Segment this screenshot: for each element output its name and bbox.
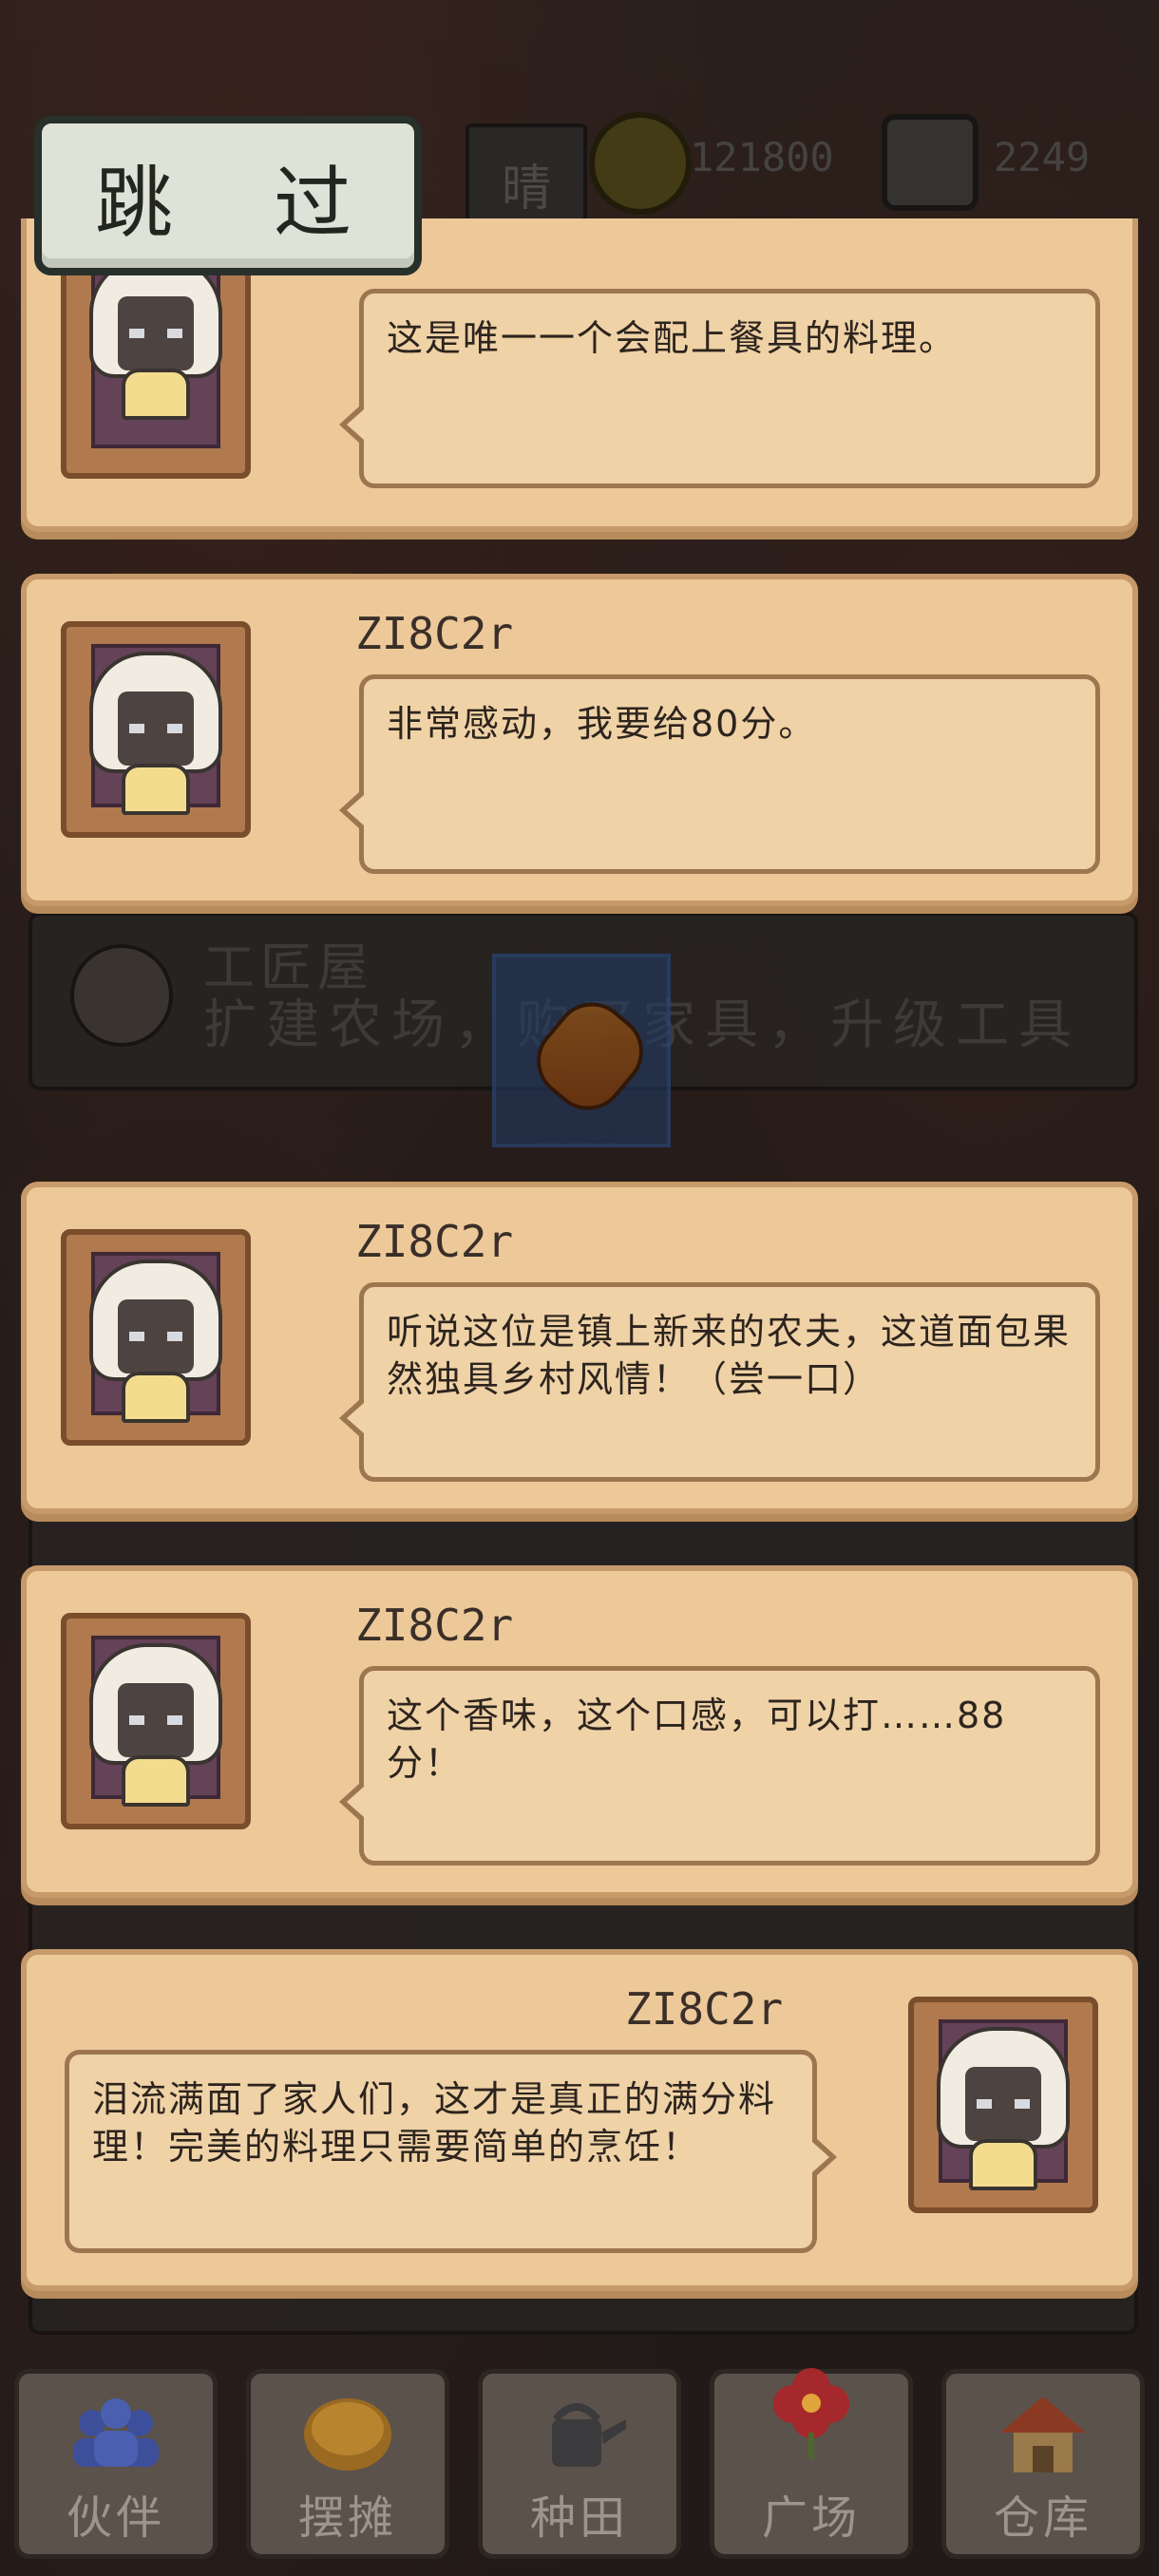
portrait-frame (61, 1229, 251, 1446)
character-portrait (89, 1260, 222, 1423)
nav-plaza[interactable]: 广场 (710, 2368, 913, 2559)
dialog-card: ZI8C2r 泪流满面了家人们，这才是真正的满分料理！完美的料理只需要简单的烹饪… (21, 1949, 1138, 2291)
speaker-name: ZI8C2r (625, 1983, 784, 2035)
portrait-frame (61, 621, 251, 838)
speaker-name: ZI8C2r (355, 608, 514, 659)
bottom-nav: 伙伴 摆摊 种田 广场 仓库 (0, 2346, 1159, 2576)
skip-button[interactable]: 跳 过 (34, 116, 422, 275)
warehouse-icon (1000, 2396, 1086, 2472)
nav-warehouse[interactable]: 仓库 (941, 2369, 1145, 2559)
speaker-name: ZI8C2r (355, 1216, 514, 1267)
nav-label: 仓库 (993, 2491, 1092, 2545)
nav-stall[interactable]: 摆摊 (246, 2369, 449, 2559)
dialog-card: ZI8C2r 听说这位是镇上新来的农夫，这道面包果然独具乡村风情！（尝一口） (21, 1182, 1138, 1514)
dialog-bubble: 泪流满面了家人们，这才是真正的满分料理！完美的料理只需要简单的烹饪！ (65, 2050, 837, 2253)
nav-label: 种田 (529, 2491, 629, 2545)
dialog-bubble: 听说这位是镇上新来的农夫，这道面包果然独具乡村风情！（尝一口） (339, 1282, 1100, 1482)
nav-label: 伙伴 (66, 2491, 165, 2545)
flower-icon (773, 2368, 849, 2459)
watering-can-icon (552, 2403, 626, 2467)
nav-label: 广场 (761, 2491, 861, 2545)
stall-icon (304, 2398, 391, 2471)
portrait-frame (61, 1613, 251, 1829)
character-portrait (937, 2027, 1070, 2190)
nav-label: 摆摊 (297, 2491, 397, 2545)
dialog-bubble: 这是唯一一个会配上餐具的料理。 (339, 289, 1100, 488)
portrait-frame (908, 1997, 1098, 2213)
dialog-card: ZI8C2r 非常感动，我要给80分。 (21, 574, 1138, 906)
dialog-bubble: 非常感动，我要给80分。 (339, 674, 1100, 874)
dialog-card: ZI8C2r 这个香味，这个口感，可以打……88分！ (21, 1565, 1138, 1898)
character-portrait (89, 256, 222, 420)
speaker-name: ZI8C2r (355, 1600, 514, 1651)
nav-partner[interactable]: 伙伴 (14, 2369, 218, 2559)
nav-farm[interactable]: 种田 (478, 2369, 681, 2559)
people-icon (73, 2398, 159, 2467)
character-portrait (89, 652, 222, 815)
character-portrait (89, 1643, 222, 1807)
dialog-bubble: 这个香味，这个口感，可以打……88分！ (339, 1666, 1100, 1866)
